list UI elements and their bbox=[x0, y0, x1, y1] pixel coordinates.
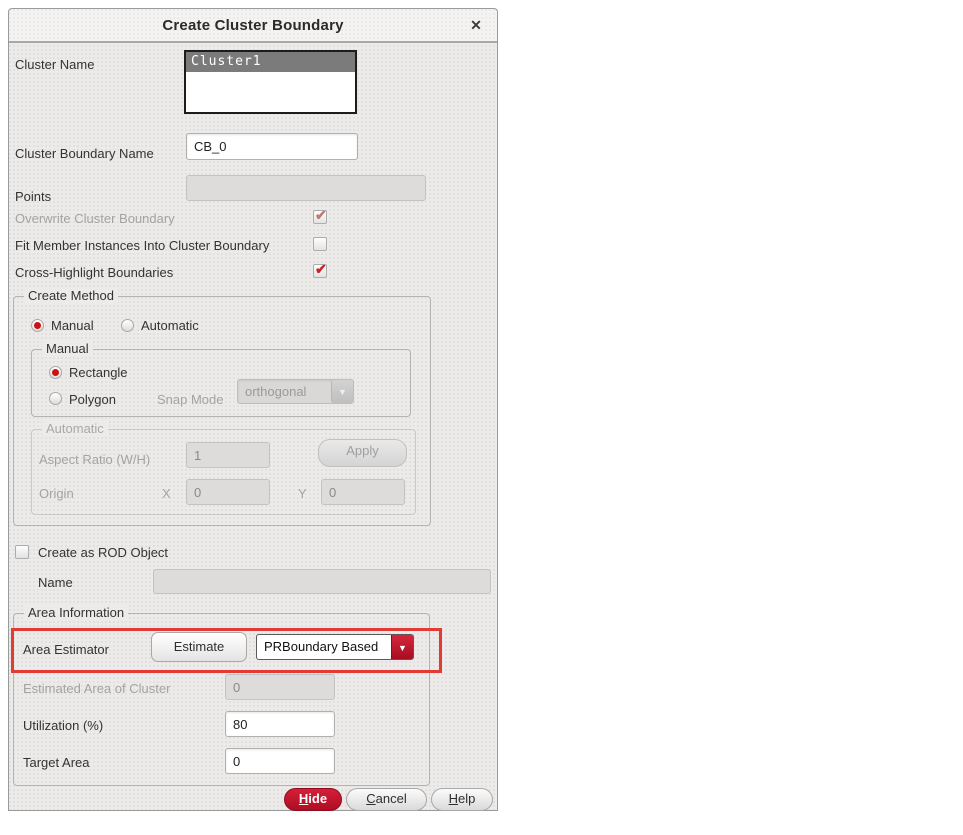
create-cluster-boundary-dialog: Create Cluster Boundary ✕ Cluster Name C… bbox=[8, 8, 498, 811]
help-button[interactable]: Help bbox=[431, 788, 493, 811]
aspect-ratio-input bbox=[186, 442, 270, 468]
aspect-ratio-label: Aspect Ratio (W/H) bbox=[39, 452, 151, 467]
rectangle-radio[interactable] bbox=[49, 366, 62, 379]
cluster-boundary-name-label: Cluster Boundary Name bbox=[15, 146, 154, 161]
utilization-input[interactable] bbox=[225, 711, 335, 737]
cross-highlight-label: Cross-Highlight Boundaries bbox=[15, 265, 174, 280]
create-rod-label[interactable]: Create as ROD Object bbox=[38, 545, 168, 560]
rod-name-label: Name bbox=[38, 575, 73, 590]
cluster-boundary-name-input[interactable] bbox=[186, 133, 358, 160]
estimated-area-label: Estimated Area of Cluster bbox=[23, 681, 171, 696]
origin-y-label: Y bbox=[298, 486, 307, 501]
snap-mode-label: Snap Mode bbox=[157, 392, 224, 407]
area-information-legend: Area Information bbox=[24, 605, 129, 620]
overwrite-boundary-label: Overwrite Cluster Boundary bbox=[15, 211, 175, 226]
cluster-name-listbox[interactable]: Cluster1 bbox=[184, 50, 357, 114]
estimate-button[interactable]: Estimate bbox=[151, 632, 247, 662]
manual-group-legend: Manual bbox=[42, 341, 93, 356]
cancel-button[interactable]: Cancel bbox=[346, 788, 427, 811]
origin-y-input bbox=[321, 479, 405, 505]
create-rod-checkbox[interactable] bbox=[15, 545, 29, 559]
origin-x-label: X bbox=[162, 486, 171, 501]
cluster-list-item-selected[interactable]: Cluster1 bbox=[186, 52, 355, 72]
automatic-radio-label[interactable]: Automatic bbox=[141, 318, 199, 333]
snap-mode-dropdown: orthogonal ▼ bbox=[237, 379, 354, 404]
polygon-radio[interactable] bbox=[49, 392, 62, 405]
automatic-radio[interactable] bbox=[121, 319, 134, 332]
points-input bbox=[186, 175, 426, 201]
points-label: Points bbox=[15, 189, 52, 204]
chevron-down-icon: ▼ bbox=[331, 380, 353, 403]
target-area-input[interactable] bbox=[225, 748, 335, 774]
rectangle-radio-label[interactable]: Rectangle bbox=[69, 365, 128, 380]
area-estimator-label: Area Estimator bbox=[23, 642, 109, 657]
manual-radio[interactable] bbox=[31, 319, 44, 332]
apply-button: Apply bbox=[318, 439, 407, 467]
area-estimator-value: PRBoundary Based bbox=[264, 639, 379, 654]
cross-highlight-checkbox[interactable] bbox=[313, 261, 327, 278]
close-icon[interactable]: ✕ bbox=[467, 16, 485, 34]
utilization-label: Utilization (%) bbox=[23, 718, 104, 733]
area-estimator-dropdown[interactable]: PRBoundary Based ▼ bbox=[256, 634, 414, 660]
rod-name-input bbox=[153, 569, 491, 594]
automatic-group-legend: Automatic bbox=[42, 421, 108, 436]
chevron-down-icon[interactable]: ▼ bbox=[391, 635, 413, 659]
fit-member-checkbox[interactable] bbox=[313, 237, 327, 251]
create-method-legend: Create Method bbox=[24, 288, 118, 303]
cluster-name-label: Cluster Name bbox=[15, 57, 95, 72]
target-area-label: Target Area bbox=[23, 755, 90, 770]
fit-member-label: Fit Member Instances Into Cluster Bounda… bbox=[15, 238, 270, 253]
dialog-titlebar[interactable]: Create Cluster Boundary ✕ bbox=[9, 9, 497, 43]
dialog-title: Create Cluster Boundary bbox=[162, 17, 344, 34]
overwrite-boundary-checkbox bbox=[313, 207, 327, 224]
hide-button[interactable]: Hide bbox=[284, 788, 342, 811]
manual-radio-label[interactable]: Manual bbox=[51, 318, 94, 333]
polygon-radio-label[interactable]: Polygon bbox=[69, 392, 116, 407]
origin-x-input bbox=[186, 479, 270, 505]
origin-label: Origin bbox=[39, 486, 74, 501]
estimated-area-input bbox=[225, 674, 335, 700]
snap-mode-value: orthogonal bbox=[245, 384, 307, 399]
